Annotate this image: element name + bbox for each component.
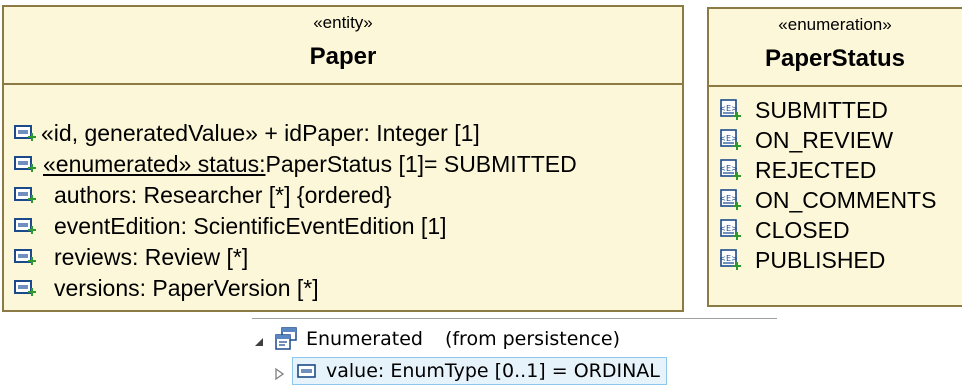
selected-tree-item[interactable]: value: EnumType [0..1] = ORDINAL — [292, 357, 667, 385]
attribute-icon — [14, 185, 36, 205]
attribute-icon — [14, 123, 36, 143]
svg-text:<E>: <E> — [719, 254, 737, 263]
enum-literal-row[interactable]: <E> ON_COMMENTS — [719, 185, 962, 215]
property-icon — [297, 363, 317, 379]
paper-class-box[interactable]: «entity» Paper «id, generatedValue» + id… — [2, 5, 684, 312]
svg-text:<E>: <E> — [719, 194, 737, 203]
attribute-type-default: PaperStatus [1]= SUBMITTED — [265, 150, 577, 177]
attribute-icon — [14, 247, 36, 267]
enum-literal-label: ON_COMMENTS — [755, 186, 937, 213]
paperstatus-compartment-divider — [709, 85, 962, 87]
attribute-row[interactable]: versions: PaperVersion [*] — [14, 273, 682, 303]
tree-item-name: Enumerated — [306, 328, 423, 350]
enum-literal-label: SUBMITTED — [755, 96, 888, 123]
attribute-icon — [14, 154, 36, 174]
tree-item-value[interactable]: value: EnumType [0..1] = ORDINAL — [272, 356, 667, 386]
enum-literal-icon: <E> — [719, 99, 741, 121]
enum-literal-row[interactable]: <E> ON_REVIEW — [719, 125, 962, 155]
enum-literal-icon: <E> — [719, 189, 741, 211]
paperstatus-enumeration-box[interactable]: «enumeration» PaperStatus <E> SUBMITTED … — [707, 7, 962, 307]
enum-literal-icon: <E> — [719, 249, 741, 271]
attribute-text: «id, generatedValue» + idPaper: Integer … — [41, 119, 480, 146]
paper-class-name: Paper — [309, 43, 377, 70]
enum-literal-label: CLOSED — [755, 216, 850, 243]
enum-literal-row[interactable]: <E> REJECTED — [719, 155, 962, 185]
attribute-text: eventEdition: ScientificEventEdition [1] — [54, 212, 447, 239]
attribute-static-prefix: «enumerated» status: — [43, 150, 266, 177]
attribute-row[interactable]: «id, generatedValue» + idPaper: Integer … — [14, 118, 682, 148]
attribute-icon — [14, 278, 36, 298]
attribute-row[interactable]: authors: Researcher [*] {ordered} — [14, 180, 682, 210]
attribute-row[interactable]: «enumerated» status:PaperStatus [1]= SUB… — [14, 149, 682, 179]
attribute-row[interactable]: eventEdition: ScientificEventEdition [1] — [14, 211, 682, 241]
tree-top-separator — [252, 318, 777, 319]
paperstatus-class-name: PaperStatus — [764, 45, 906, 72]
enum-literal-row[interactable]: <E> PUBLISHED — [719, 245, 962, 275]
enum-literal-row[interactable]: <E> SUBMITTED — [719, 95, 962, 125]
enum-literal-icon: <E> — [719, 159, 741, 181]
attribute-text: reviews: Review [*] — [54, 243, 249, 270]
enum-literal-row[interactable]: <E> CLOSED — [719, 215, 962, 245]
attribute-row[interactable]: reviews: Review [*] — [14, 242, 682, 272]
attribute-icon — [14, 216, 36, 236]
stereotype-icon — [274, 327, 298, 351]
enum-literal-label: PUBLISHED — [755, 246, 886, 273]
expanded-arrow-icon[interactable] — [252, 332, 266, 346]
tree-item-enumerated[interactable]: Enumerated (from persistence) — [252, 324, 620, 354]
collapsed-arrow-icon[interactable] — [272, 364, 286, 381]
paperstatus-stereotype: «enumeration» — [778, 15, 892, 34]
attribute-text: versions: PaperVersion [*] — [54, 274, 319, 301]
attribute-text: «enumerated» status:PaperStatus [1]= SUB… — [43, 151, 577, 178]
svg-text:<E>: <E> — [719, 164, 737, 173]
model-tree-panel: Enumerated (from persistence) value: Enu… — [252, 318, 777, 389]
enum-literal-icon: <E> — [719, 129, 741, 151]
paper-stereotype: «entity» — [313, 13, 373, 32]
tree-item-label: value: EnumType [0..1] = ORDINAL — [326, 360, 660, 382]
paper-compartment-divider — [4, 83, 682, 85]
enum-literal-label: ON_REVIEW — [755, 126, 894, 153]
tree-item-source: (from persistence) — [444, 328, 620, 350]
attribute-text: authors: Researcher [*] {ordered} — [54, 181, 392, 208]
svg-text:<E>: <E> — [719, 104, 737, 113]
svg-text:<E>: <E> — [719, 224, 737, 233]
svg-text:<E>: <E> — [719, 134, 737, 143]
enum-literal-label: REJECTED — [755, 156, 877, 183]
enum-literal-icon: <E> — [719, 219, 741, 241]
